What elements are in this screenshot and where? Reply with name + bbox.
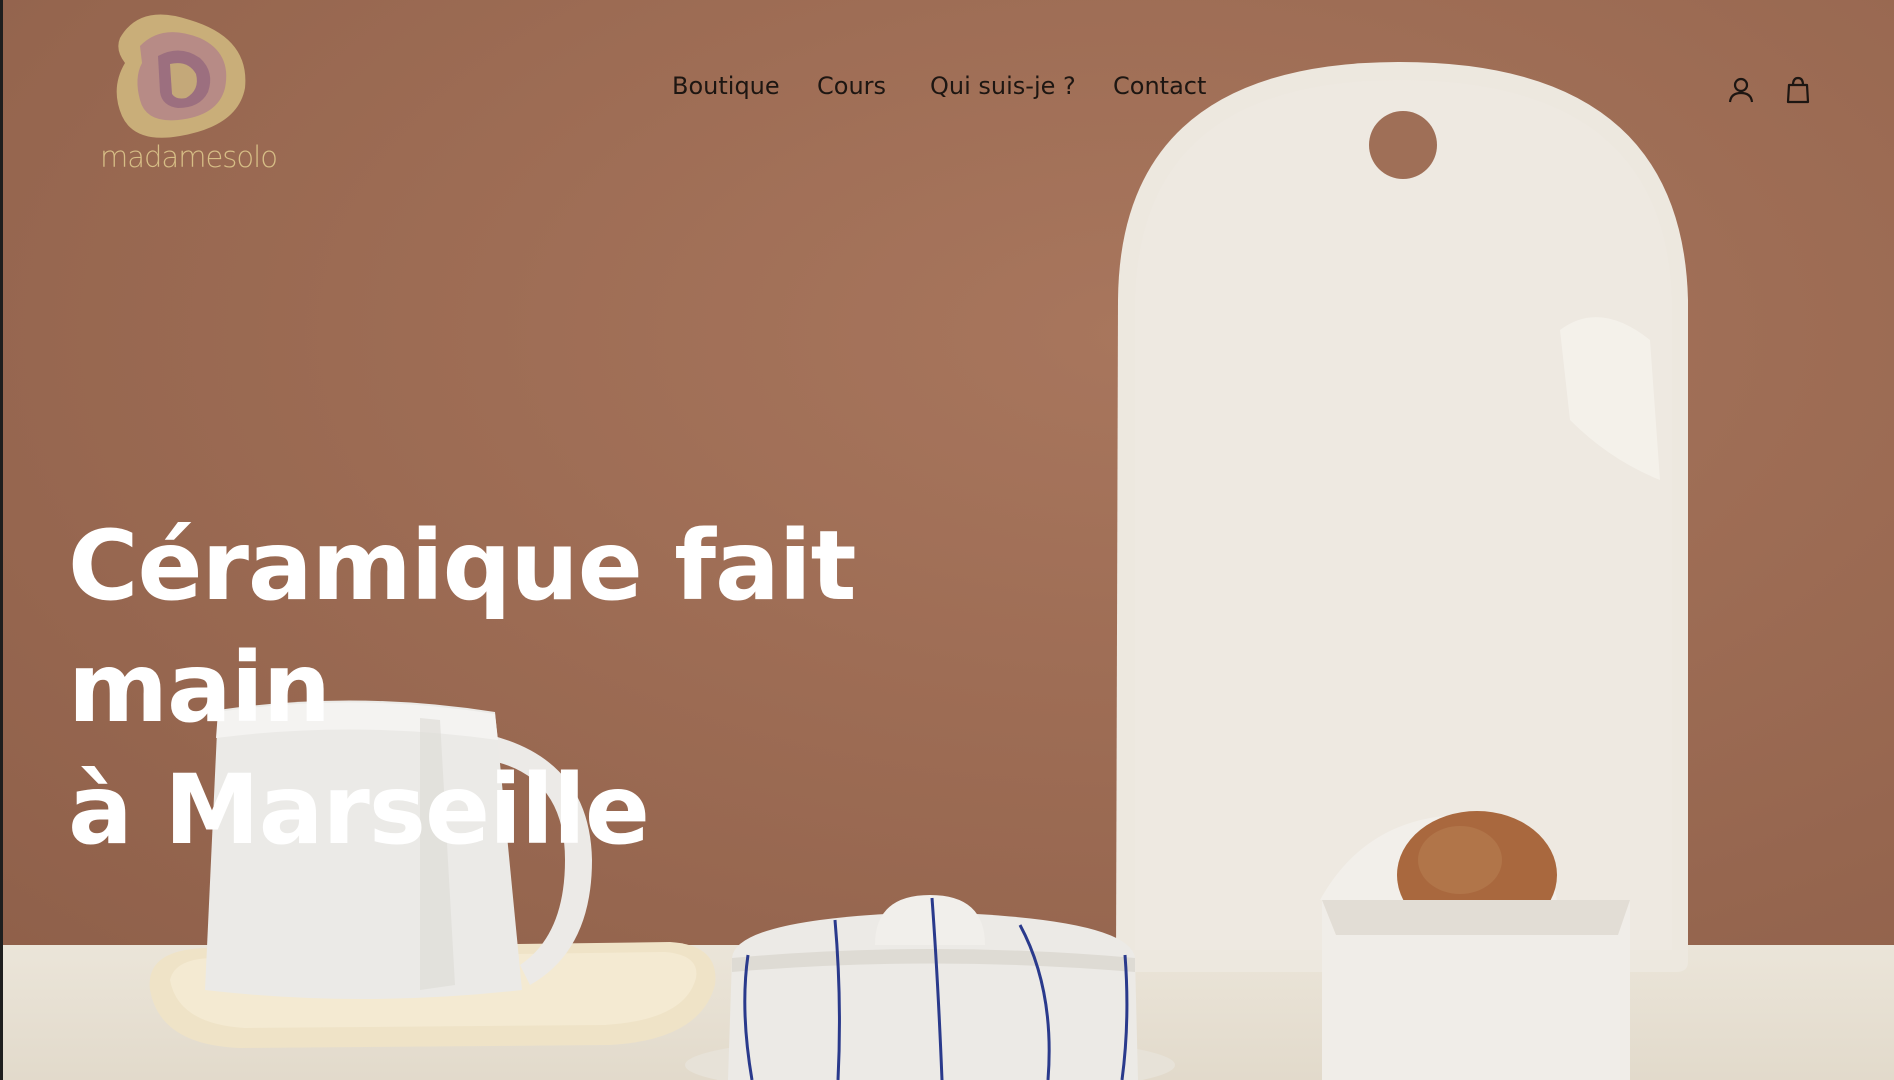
hero-title-line-1: Céramique fait main	[68, 510, 857, 744]
hero-title: Céramique fait main à Marseille	[68, 505, 1068, 871]
nav-link-boutique[interactable]: Boutique	[672, 72, 780, 100]
ceramic-butter-dish	[685, 895, 1175, 1080]
nav-link-contact[interactable]: Contact	[1113, 72, 1206, 100]
nav-link-cours[interactable]: Cours	[817, 72, 886, 100]
brand-wordmark[interactable]: madamesolo	[100, 140, 278, 174]
shopping-bag-icon[interactable]	[1782, 74, 1814, 106]
hero-title-line-2: à Marseille	[68, 754, 650, 866]
nav-link-qui-suis-je[interactable]: Qui suis-je ?	[930, 72, 1076, 100]
user-icon[interactable]	[1725, 74, 1757, 106]
site-header: madamesolo Boutique Cours Qui suis-je ? …	[0, 0, 1894, 190]
